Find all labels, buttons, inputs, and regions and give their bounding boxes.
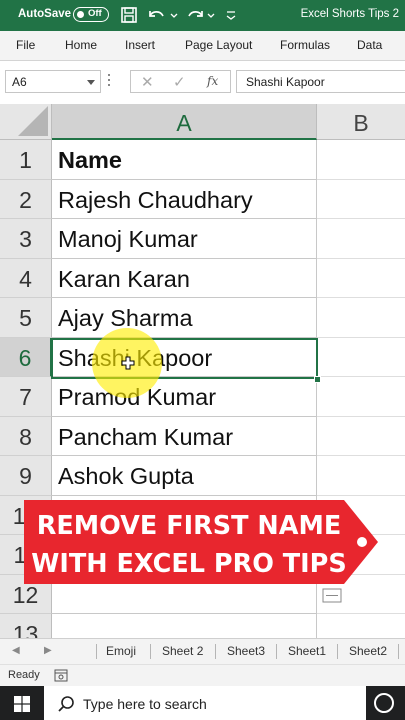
worksheet-grid: A B 1 Name 2 Rajesh Chaudhary 3 Manoj Kumar 4 K…: [0, 104, 405, 638]
row-header[interactable]: 13: [0, 614, 52, 638]
sheet-tab-sheet3[interactable]: Sheet3: [227, 644, 265, 658]
sheet-tab-sheet-2[interactable]: Sheet 2: [162, 644, 203, 658]
autosave-toggle[interactable]: Off: [73, 7, 109, 22]
cell-a[interactable]: Ajay Sharma: [52, 298, 317, 338]
formula-bar-buttons: ✕ ✓ fx: [130, 70, 231, 93]
cell-b[interactable]: [317, 377, 405, 417]
column-header-a[interactable]: A: [52, 104, 317, 140]
row-header[interactable]: 1: [0, 140, 52, 180]
formula-value: Shashi Kapoor: [246, 75, 325, 89]
tab-home[interactable]: Home: [65, 38, 97, 52]
sheet-tab-bar: ◀ ▶ Emoji Sheet 2 Sheet3 Sheet1 Sheet2: [0, 638, 405, 664]
redo-icon[interactable]: [184, 5, 206, 25]
cortana-icon[interactable]: [374, 693, 394, 713]
cell-a[interactable]: Ashok Gupta: [52, 456, 317, 496]
search-placeholder: Type here to search: [83, 696, 207, 712]
name-box-dropdown-icon[interactable]: [87, 80, 95, 85]
cancel-icon[interactable]: ✕: [141, 73, 154, 91]
cell-a[interactable]: [52, 614, 317, 638]
status-bar: Ready: [0, 664, 405, 686]
formula-bar-resize-handle[interactable]: [108, 74, 111, 88]
fill-handle[interactable]: [314, 376, 321, 383]
taskbar-search-box[interactable]: Type here to search: [44, 686, 366, 720]
cell-b[interactable]: [317, 298, 405, 338]
column-header-b[interactable]: B: [317, 104, 405, 140]
tab-file[interactable]: File: [16, 38, 35, 52]
cell-a[interactable]: Shashi Kapoor: [52, 337, 317, 377]
sheet-tab-emoji[interactable]: Emoji: [106, 644, 136, 658]
cell-b[interactable]: [317, 614, 405, 638]
formula-bar: A6 ✕ ✓ fx Shashi Kapoor: [0, 61, 405, 104]
next-sheet-icon[interactable]: ▶: [44, 645, 52, 656]
cell-a[interactable]: Karan Karan: [52, 258, 317, 298]
insert-function-icon[interactable]: fx: [207, 74, 218, 88]
save-icon[interactable]: [119, 5, 139, 25]
cell-a[interactable]: Name: [52, 140, 317, 180]
autosave-label: AutoSave: [18, 8, 72, 20]
windows-taskbar: Type here to search: [0, 686, 405, 720]
title-bar: AutoSave Off Excel Shorts Tips 2: [0, 0, 405, 31]
cell-b[interactable]: [317, 417, 405, 456]
toggle-knob: [77, 10, 84, 18]
row-header[interactable]: 4: [0, 258, 52, 298]
row-header[interactable]: 2: [0, 179, 52, 219]
sheet-tab-sheet2[interactable]: Sheet2: [349, 644, 387, 658]
tab-page-layout[interactable]: Page Layout: [185, 38, 252, 52]
cell-b[interactable]: [317, 259, 405, 298]
row-header[interactable]: 5: [0, 298, 52, 338]
redo-dropdown-icon[interactable]: [206, 5, 216, 25]
status-ready: Ready: [8, 669, 40, 681]
prev-sheet-icon[interactable]: ◀: [12, 645, 20, 656]
banner-line-2: WITH EXCEL PRO TIPS: [31, 549, 347, 579]
enter-icon[interactable]: ✓: [173, 73, 186, 91]
row-header[interactable]: 8: [0, 416, 52, 456]
autosave-state: Off: [88, 8, 102, 19]
cell-a[interactable]: Pancham Kumar: [52, 416, 317, 456]
undo-icon[interactable]: [146, 5, 168, 25]
cell-b[interactable]: [317, 338, 405, 377]
search-icon: [58, 696, 74, 712]
sheet-tab-sheet1[interactable]: Sheet1: [288, 644, 326, 658]
tab-data[interactable]: Data: [357, 38, 382, 52]
undo-dropdown-icon[interactable]: [169, 5, 179, 25]
macro-recording-icon[interactable]: [54, 669, 68, 682]
name-box-value: A6: [12, 75, 27, 89]
cell-a[interactable]: Manoj Kumar: [52, 219, 317, 259]
cell-b[interactable]: [317, 140, 405, 180]
select-all-corner[interactable]: [0, 104, 52, 140]
cell-a[interactable]: Pramod Kumar: [52, 377, 317, 417]
cell-b[interactable]: [317, 456, 405, 496]
name-box[interactable]: A6: [5, 70, 101, 93]
ribbon-tabs: File Home Insert Page Layout Formulas Da…: [0, 31, 405, 61]
row-header[interactable]: 9: [0, 456, 52, 496]
document-title: Excel Shorts Tips 2: [300, 8, 399, 20]
windows-start-icon[interactable]: [14, 696, 30, 712]
row-header[interactable]: 6: [0, 337, 52, 377]
cell-b[interactable]: [317, 219, 405, 259]
row-header[interactable]: 3: [0, 219, 52, 259]
row-header[interactable]: 7: [0, 377, 52, 417]
tab-formulas[interactable]: Formulas: [280, 38, 330, 52]
promo-banner: REMOVE FIRST NAME WITH EXCEL PRO TIPS: [24, 494, 378, 590]
customize-quick-access-icon[interactable]: [224, 5, 238, 25]
banner-line-1: REMOVE FIRST NAME: [36, 511, 342, 541]
formula-input[interactable]: Shashi Kapoor: [236, 70, 405, 93]
cell-b[interactable]: [317, 180, 405, 219]
cell-a[interactable]: Rajesh Chaudhary: [52, 179, 317, 219]
tab-insert[interactable]: Insert: [125, 38, 155, 52]
paste-options-icon[interactable]: [322, 588, 342, 603]
